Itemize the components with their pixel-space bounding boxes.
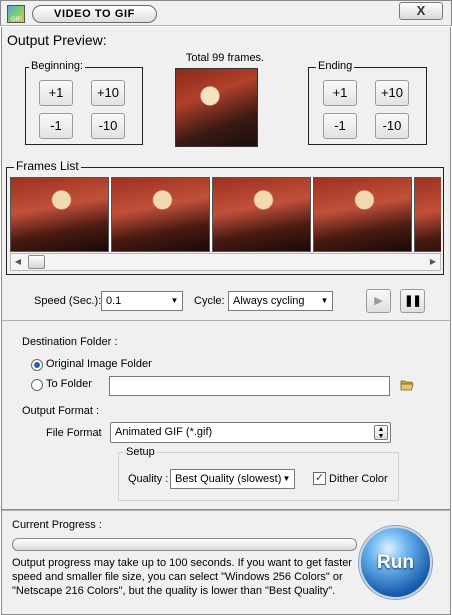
output-format-label: Output Format : [22,405,100,417]
title-bar: GIF VIDEO TO GIF X [0,0,452,26]
window-title: VIDEO TO GIF [32,5,157,23]
chevron-down-icon[interactable]: ▼ [167,292,182,310]
speed-label: Speed (Sec.): [34,295,102,307]
file-format-select[interactable]: Animated GIF (*.gif) ▲ ▼ [110,422,391,443]
close-button[interactable]: X [399,2,443,20]
frames-scrollbar[interactable]: ◀ ▶ [10,253,441,271]
setup-label: Setup [124,446,157,458]
progress-bar [12,538,357,551]
preview-image [175,68,258,147]
scroll-left-icon[interactable]: ◀ [11,254,25,270]
dither-color-label: Dither Color [329,473,388,485]
original-folder-label: Original Image Folder [46,358,152,370]
folder-path-input[interactable] [109,376,390,396]
cycle-select[interactable]: Always cycling ▼ [228,291,333,311]
file-format-label: File Format [46,427,102,439]
cycle-label: Cycle: [194,295,225,307]
folder-open-icon[interactable] [400,379,414,391]
beginning-label: Beginning: [29,60,85,72]
frame-thumbnail[interactable] [10,177,109,252]
run-button[interactable]: Run [359,526,432,599]
pause-button[interactable]: ❚❚ [400,289,425,313]
total-frames-text: Total 99 frames. [185,52,265,64]
quality-label: Quality : [128,473,169,485]
cycle-value: Always cycling [233,295,305,307]
ending-minus1-button[interactable]: -1 [323,113,357,139]
app-icon: GIF [7,5,25,23]
frame-thumbnail[interactable] [414,177,441,252]
progress-info-text: Output progress may take up to 100 secon… [12,557,352,597]
play-button[interactable]: ▶ [366,289,391,313]
ending-plus1-button[interactable]: +1 [323,80,357,106]
frames-strip[interactable] [10,177,441,252]
scroll-thumb[interactable] [28,255,45,269]
frame-thumbnail[interactable] [212,177,311,252]
beginning-plus10-button[interactable]: +10 [91,80,125,106]
speed-select[interactable]: 0.1 ▼ [101,291,183,311]
ending-minus10-button[interactable]: -10 [375,113,409,139]
pause-icon: ❚❚ [404,295,421,307]
output-preview-title: Output Preview: [7,32,107,48]
beginning-minus1-button[interactable]: -1 [39,113,73,139]
scroll-right-icon[interactable]: ▶ [426,254,440,270]
frames-list-label: Frames List [14,159,81,173]
ending-label: Ending [316,60,355,72]
quality-select[interactable]: Best Quality (slowest) ▼ [170,469,295,489]
quality-value: Best Quality (slowest) [175,473,282,485]
play-icon: ▶ [374,295,383,307]
destination-folder-label: Destination Folder : [22,336,118,348]
current-progress-label: Current Progress : [12,519,102,531]
file-format-value: Animated GIF (*.gif) [115,426,213,438]
to-folder-label: To Folder [46,378,92,390]
beginning-minus10-button[interactable]: -10 [91,113,125,139]
beginning-plus1-button[interactable]: +1 [39,80,73,106]
speed-value: 0.1 [106,295,122,307]
frame-thumbnail[interactable] [111,177,210,252]
to-folder-radio[interactable] [31,379,43,391]
chevron-down-icon[interactable]: ▼ [279,470,294,488]
original-folder-radio[interactable] [31,359,43,371]
frame-thumbnail[interactable] [313,177,412,252]
dither-color-checkbox[interactable]: ✓ [313,472,326,485]
ending-plus10-button[interactable]: +10 [375,80,409,106]
updown-icon[interactable]: ▲ ▼ [374,425,388,440]
chevron-down-icon[interactable]: ▼ [317,292,332,310]
